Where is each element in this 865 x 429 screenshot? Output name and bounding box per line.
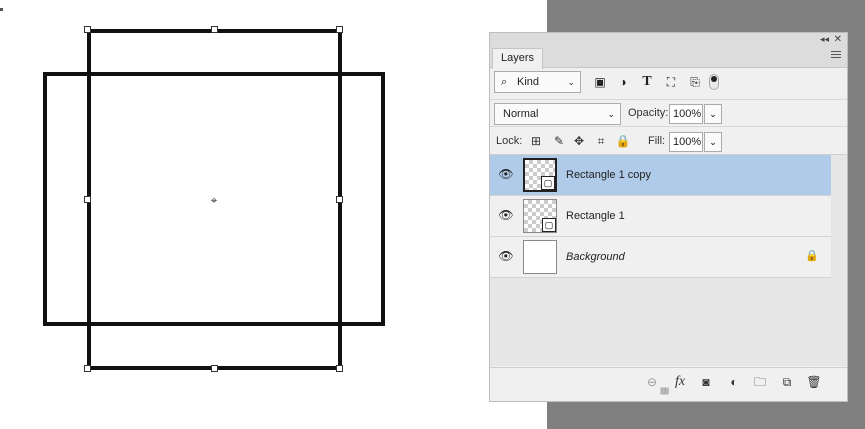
shape-layer-filter-icon[interactable]: ⛶ [661, 72, 681, 92]
layer-name[interactable]: Background [566, 249, 625, 265]
layers-list: 👁 ▢ Rectangle 1 copy 👁 ▢ Rectangle 1 👁 B… [490, 154, 847, 366]
document-canvas[interactable]: ⌖ [0, 0, 547, 429]
adjustment-layer-filter-icon[interactable]: ◑ [613, 72, 633, 92]
type-layer-filter-icon[interactable]: T [637, 72, 657, 92]
transform-handle-top-center[interactable] [211, 26, 218, 33]
blend-mode-select[interactable]: Normal ⌄ [494, 103, 621, 125]
visibility-eye-icon[interactable]: 👁 [498, 248, 514, 264]
filter-kind-label: Kind [517, 76, 540, 88]
transform-handle-middle-left[interactable] [84, 196, 91, 203]
add-mask-icon[interactable]: ◙ [696, 372, 716, 392]
transform-handle-bottom-center[interactable] [211, 365, 218, 372]
pixel-layer-filter-icon[interactable]: ▣ [590, 72, 610, 92]
opacity-slider-button[interactable]: ⌄ [704, 104, 722, 124]
panel-titlebar[interactable]: ◂◂ ✕ [490, 33, 847, 46]
blend-mode-label: Normal [503, 108, 539, 120]
layers-bottom-bar: ⊖ fx ◙ ◐ 🗀 ⧉ 🗑 |||||||||| [490, 367, 847, 395]
layer-lock-icon[interactable]: 🔒 [805, 249, 819, 262]
layer-row-rectangle-1-copy[interactable]: 👁 ▢ Rectangle 1 copy [490, 155, 831, 196]
lock-label: Lock: [496, 135, 523, 147]
lock-image-pixels-icon[interactable]: ✎ [550, 132, 568, 150]
fill-label: Fill: [648, 135, 666, 147]
layer-row-rectangle-1[interactable]: 👁 ▢ Rectangle 1 [490, 196, 831, 237]
chevron-down-icon: ⌄ [567, 77, 575, 87]
layer-row-background[interactable]: 👁 Background 🔒 [490, 237, 831, 278]
close-panel-icon[interactable]: ✕ [834, 33, 842, 46]
panel-tab-bar: Layers [490, 46, 847, 69]
blend-row: Normal ⌄ Opacity: 100% ⌄ [490, 99, 847, 125]
search-icon: ⌕ [501, 76, 508, 88]
transform-handle-top-right[interactable] [336, 26, 343, 33]
transform-handle-bottom-right[interactable] [336, 365, 343, 372]
link-layers-icon[interactable]: ⊖ [642, 372, 662, 392]
fill-input[interactable]: 100% [669, 132, 703, 152]
visibility-eye-icon[interactable]: 👁 [498, 207, 514, 223]
lock-artboard-icon[interactable]: ⌗ [592, 132, 610, 150]
panel-resize-grip[interactable]: |||||||||| [660, 388, 680, 395]
opacity-input[interactable]: 100% [669, 104, 703, 124]
transform-center-icon[interactable]: ⌖ [207, 193, 221, 207]
collapse-panel-icon[interactable]: ◂◂ [820, 33, 829, 46]
transform-handle-top-left[interactable] [84, 26, 91, 33]
lock-transparent-pixels-icon[interactable]: ⊞ [527, 132, 545, 150]
layer-name[interactable]: Rectangle 1 copy [566, 167, 651, 183]
layer-name[interactable]: Rectangle 1 [566, 208, 625, 224]
layer-thumbnail: ▢ [523, 158, 557, 192]
chevron-down-icon: ⌄ [607, 109, 615, 119]
panel-menu-icon[interactable] [831, 51, 841, 61]
layer-thumbnail [523, 240, 557, 274]
smart-object-filter-icon[interactable]: ⎘ [685, 72, 705, 92]
filter-toggle-switch[interactable] [709, 74, 719, 90]
fill-slider-button[interactable]: ⌄ [704, 132, 722, 152]
add-layer-style-icon[interactable]: fx [670, 372, 690, 392]
new-group-icon[interactable]: 🗀 [750, 372, 770, 392]
canvas-marker [0, 8, 3, 11]
lock-all-icon[interactable]: 🔒 [614, 132, 632, 150]
lock-row: Lock: ⊞ ✎ ✥ ⌗ 🔒 Fill: 100% ⌄ [490, 126, 847, 154]
transform-handle-middle-right[interactable] [336, 196, 343, 203]
delete-layer-icon[interactable]: 🗑 [804, 372, 824, 392]
tab-layers[interactable]: Layers [492, 48, 544, 69]
transform-handle-bottom-left[interactable] [84, 365, 91, 372]
lock-position-icon[interactable]: ✥ [570, 132, 588, 150]
opacity-label: Opacity: [628, 107, 669, 119]
visibility-eye-icon[interactable]: 👁 [498, 166, 514, 182]
photoshop-workspace: ⌖ ◂◂ ✕ Layers ⌕ Kind ⌄ ▣ ◑ T ⛶ ⎘ Normal … [0, 0, 865, 429]
toggle-knob [711, 76, 717, 82]
layer-filter-row: ⌕ Kind ⌄ ▣ ◑ T ⛶ ⎘ [490, 71, 847, 97]
layer-thumbnail: ▢ [523, 199, 557, 233]
new-adjustment-layer-icon[interactable]: ◐ [724, 372, 744, 392]
filter-kind-select[interactable]: ⌕ Kind ⌄ [494, 71, 581, 93]
shape-layer-badge-icon: ▢ [541, 176, 555, 190]
shape-layer-badge-icon: ▢ [542, 218, 556, 232]
new-layer-icon[interactable]: ⧉ [777, 372, 797, 392]
layers-panel: ◂◂ ✕ Layers ⌕ Kind ⌄ ▣ ◑ T ⛶ ⎘ Normal ⌄ [489, 32, 848, 402]
